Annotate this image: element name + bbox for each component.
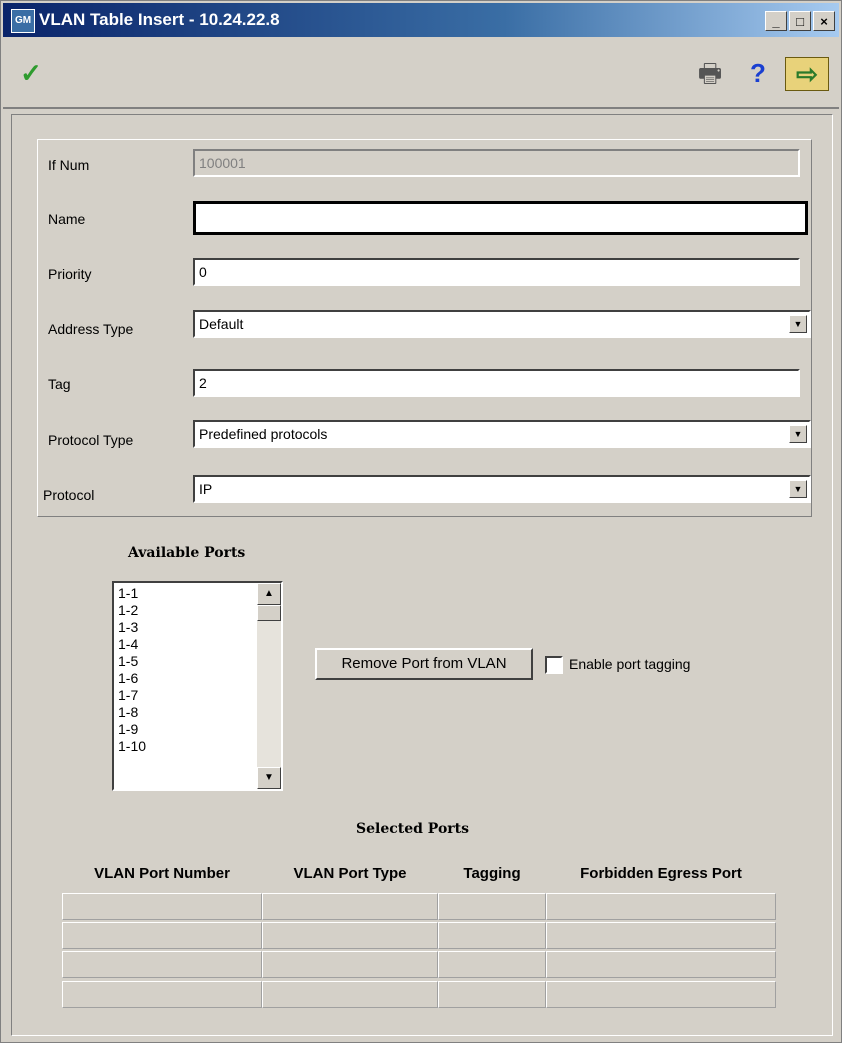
title-bar[interactable]: GM VLAN Table Insert - 10.24.22.8 _ □ ×	[3, 3, 839, 37]
chevron-down-icon[interactable]: ▼	[789, 315, 807, 333]
list-item[interactable]: 1-2	[118, 602, 138, 619]
table-cell[interactable]	[62, 893, 262, 920]
table-cell[interactable]	[438, 922, 546, 949]
enable-tagging-checkbox[interactable]	[545, 656, 563, 674]
address-type-dropdown[interactable]: Default ▼	[193, 310, 811, 338]
protocol-value: IP	[199, 481, 213, 497]
list-item[interactable]: 1-4	[118, 636, 138, 653]
protocol-type-value: Predefined protocols	[199, 426, 328, 442]
table-cell[interactable]	[438, 893, 546, 920]
scroll-up-icon[interactable]: ▲	[257, 583, 281, 605]
tag-label: Tag	[48, 376, 71, 392]
table-cell[interactable]	[438, 951, 546, 978]
close-button[interactable]: ×	[813, 11, 835, 31]
chevron-down-icon[interactable]: ▼	[789, 425, 807, 443]
priority-label: Priority	[48, 266, 92, 282]
protocol-type-label: Protocol Type	[48, 432, 134, 448]
content-panel: If Num 100001 Name Priority 0 Address Ty…	[11, 114, 833, 1036]
help-icon[interactable]: ?	[743, 55, 773, 91]
list-item[interactable]: 1-1	[118, 585, 138, 602]
available-ports-heading: Available Ports	[128, 545, 246, 561]
column-header-tagging: Tagging	[463, 865, 521, 882]
exit-door-icon[interactable]: ⇨	[785, 57, 829, 91]
protocol-dropdown[interactable]: IP ▼	[193, 475, 811, 503]
apply-check-icon[interactable]: ✓	[15, 55, 47, 91]
table-cell[interactable]	[546, 922, 776, 949]
table-cell[interactable]	[546, 951, 776, 978]
column-header-vlan-port-number: VLAN Port Number	[94, 865, 230, 882]
protocol-type-dropdown[interactable]: Predefined protocols ▼	[193, 420, 811, 448]
table-cell[interactable]	[62, 922, 262, 949]
ifnum-label: If Num	[48, 157, 90, 173]
table-cell[interactable]	[438, 981, 546, 1008]
list-item[interactable]: 1-5	[118, 653, 138, 670]
vlan-insert-window: GM VLAN Table Insert - 10.24.22.8 _ □ × …	[0, 0, 842, 1043]
scroll-down-icon[interactable]: ▼	[257, 767, 281, 789]
available-ports-list[interactable]: 1-1 1-2 1-3 1-4 1-5 1-6 1-7 1-8 1-9 1-10…	[112, 581, 283, 791]
protocol-label: Protocol	[43, 487, 95, 503]
toolbar: ✓ 🖶 ? ⇨	[3, 41, 839, 109]
list-item[interactable]: 1-3	[118, 619, 138, 636]
table-cell[interactable]	[546, 893, 776, 920]
print-icon[interactable]: 🖶	[693, 55, 727, 91]
column-header-vlan-port-type: VLAN Port Type	[293, 865, 407, 882]
scroll-thumb[interactable]	[257, 605, 281, 621]
address-type-label: Address Type	[48, 321, 134, 337]
tag-field[interactable]: 2	[193, 369, 800, 397]
selected-ports-heading: Selected Ports	[356, 821, 470, 837]
vlan-form-group: If Num 100001 Name Priority 0 Address Ty…	[37, 139, 812, 517]
maximize-button[interactable]: □	[789, 11, 811, 31]
window-title: VLAN Table Insert - 10.24.22.8	[39, 10, 280, 29]
table-cell[interactable]	[62, 951, 262, 978]
table-cell[interactable]	[262, 893, 438, 920]
column-header-forbidden-egress: Forbidden Egress Port	[580, 865, 742, 882]
app-icon: GM	[11, 9, 35, 33]
list-scrollbar[interactable]: ▲ ▼	[257, 583, 281, 789]
remove-port-button[interactable]: Remove Port from VLAN	[315, 648, 533, 680]
table-cell[interactable]	[262, 951, 438, 978]
list-item[interactable]: 1-10	[118, 738, 146, 755]
table-cell[interactable]	[262, 922, 438, 949]
list-item[interactable]: 1-8	[118, 704, 138, 721]
address-type-value: Default	[199, 316, 244, 332]
name-field[interactable]	[193, 201, 808, 235]
table-cell[interactable]	[546, 981, 776, 1008]
ifnum-field: 100001	[193, 149, 800, 177]
name-label: Name	[48, 211, 86, 227]
list-item[interactable]: 1-7	[118, 687, 138, 704]
chevron-down-icon[interactable]: ▼	[789, 480, 807, 498]
enable-tagging-label: Enable port tagging	[569, 656, 691, 672]
minimize-button[interactable]: _	[765, 11, 787, 31]
table-cell[interactable]	[62, 981, 262, 1008]
table-cell[interactable]	[262, 981, 438, 1008]
list-item[interactable]: 1-6	[118, 670, 138, 687]
priority-field[interactable]: 0	[193, 258, 800, 286]
list-item[interactable]: 1-9	[118, 721, 138, 738]
